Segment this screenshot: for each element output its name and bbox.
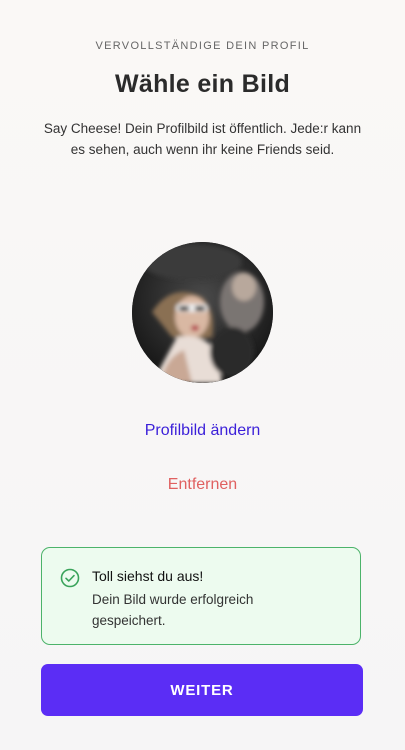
profile-photo[interactable] [132,242,273,383]
check-circle-icon [60,568,80,588]
remove-photo-link[interactable]: Entfernen [0,476,405,494]
continue-button[interactable]: WEITER [41,664,363,716]
success-toast: Toll siehst du aus! Dein Bild wurde erfo… [41,547,361,645]
page-title: Wähle ein Bild [114,70,291,98]
toast-message: Dein Bild wurde erfolgreich gespeichert. [92,592,254,628]
change-photo-link[interactable]: Profilbild ändern [0,422,405,440]
step-eyebrow: VERVOLLSTÄNDIGE DEIN PROFIL [95,40,310,52]
page-description: Say Cheese! Dein Profilbild ist öffentli… [43,121,362,157]
toast-title: Toll siehst du aus! [92,568,204,584]
profile-photo-image [132,242,273,383]
